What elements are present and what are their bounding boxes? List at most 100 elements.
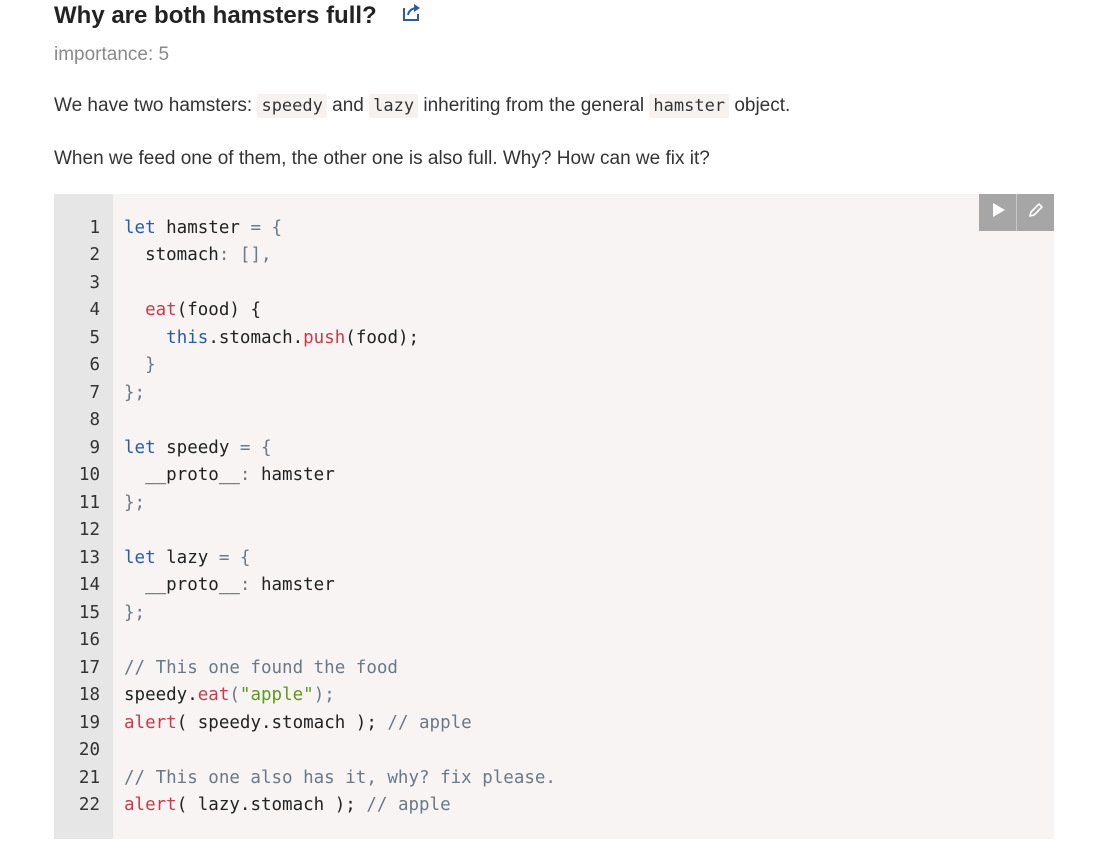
token: __proto__ [124,465,240,486]
line-number: 21 [78,767,100,788]
line-number: 9 [89,437,100,458]
token: }; [124,602,146,623]
line-number: 5 [89,327,100,348]
token: stomach [124,245,219,266]
token: ( speedy.stomach ); [176,712,388,733]
inline-code-hamster: hamster [649,94,730,118]
line-number: 10 [78,465,100,486]
code-line: 14 __proto__: hamster [54,572,1054,600]
token: let [124,217,156,238]
token: "apple" [239,685,314,706]
line-number: 16 [78,630,100,651]
code-line: 19 alert( speedy.stomach ); // apple [54,709,1054,737]
code-line: 21 // This one also has it, why? fix plea… [54,764,1054,792]
token: .stomach. [208,327,304,348]
code-line: 18 speedy.eat("apple"); [54,682,1054,710]
token: alert [124,795,177,816]
line-number: 15 [78,602,100,623]
code-line: 22 alert( lazy.stomach ); // apple [54,792,1054,820]
line-number: 1 [89,217,100,238]
task-title: Why are both hamsters full? [54,2,377,29]
text: and [326,95,370,116]
line-number: 12 [78,520,100,541]
code-line: 9 let speedy = { [54,434,1054,462]
inline-code-speedy: speedy [257,94,327,118]
token: }; [124,492,146,513]
token: hamster [155,217,251,238]
line-number: 18 [78,685,100,706]
text: inheriting from the general [418,95,650,116]
line-number: 14 [78,575,100,596]
token: ); [313,685,335,706]
token: let [124,547,156,568]
importance-label: importance: 5 [54,44,170,65]
line-number: 8 [89,410,100,431]
token: // This one also has it, why? fix please… [124,767,556,788]
text: object. [729,95,791,116]
token: = [250,217,261,238]
token: [], [229,245,272,266]
token: (food); [345,327,420,348]
token: // apple [366,795,451,816]
token: ( lazy.stomach ); [176,795,367,816]
line-number: 22 [78,795,100,816]
line-number: 7 [89,382,100,403]
code-line: 8 [54,407,1054,435]
code-line: 4 eat(food) { [54,297,1054,325]
text: We have two hamsters: [54,95,258,116]
line-number: 19 [78,712,100,733]
line-number: 3 [89,272,100,293]
token: : [218,245,230,266]
code-line: 12 [54,517,1054,545]
token: let [124,437,156,458]
token: __proto__ [124,575,240,596]
code-line: 13 let lazy = { [54,544,1054,572]
code-line: 7}; [54,379,1054,407]
share-icon[interactable] [401,1,423,23]
token: { [229,547,251,568]
code-line: 10 __proto__: hamster [54,462,1054,490]
code-line: 3 [54,269,1054,297]
line-number: 17 [78,657,100,678]
token: (food) { [176,300,261,321]
task-section: Why are both hamsters full? importance: … [54,0,1054,173]
token: }; [124,382,146,403]
code-line: 1 let hamster = { [54,214,1054,242]
code-line: 11}; [54,489,1054,517]
task-description: We have two hamsters: speedy and lazy in… [54,92,1054,120]
token: // apple [387,712,472,733]
line-number: 20 [78,740,100,761]
token: speedy. [124,685,198,706]
token: } [124,355,156,376]
token: = [239,437,251,458]
code-block: 1 let hamster = { 2 stomach: [], 3 4 eat(… [54,194,1054,839]
token: speedy [155,437,240,458]
token: this [166,327,209,348]
token: = [218,547,230,568]
line-number: 13 [78,547,100,568]
title-row: Why are both hamsters full? [54,0,1054,32]
line-number: 2 [89,245,100,266]
token: eat [145,300,177,321]
code-line: 5 this.stomach.push(food); [54,324,1054,352]
line-number: 11 [78,492,100,513]
code-lines: 1 let hamster = { 2 stomach: [], 3 4 eat(… [54,214,1054,819]
token: : [239,465,251,486]
token: lazy [155,547,219,568]
token: : [239,575,251,596]
token: // This one found the food [124,657,398,678]
token: { [250,437,272,458]
token: hamster [250,465,335,486]
inline-code-lazy: lazy [369,94,419,118]
code-line: 20 [54,737,1054,765]
token: { [260,217,283,238]
token: hamster [250,575,335,596]
code-line: 2 stomach: [], [54,242,1054,270]
token: eat [197,685,230,706]
task-question: When we feed one of them, the other one … [54,148,710,169]
token: push [303,327,346,348]
code-line: 6 } [54,352,1054,380]
code-line: 17 // This one found the food [54,654,1054,682]
